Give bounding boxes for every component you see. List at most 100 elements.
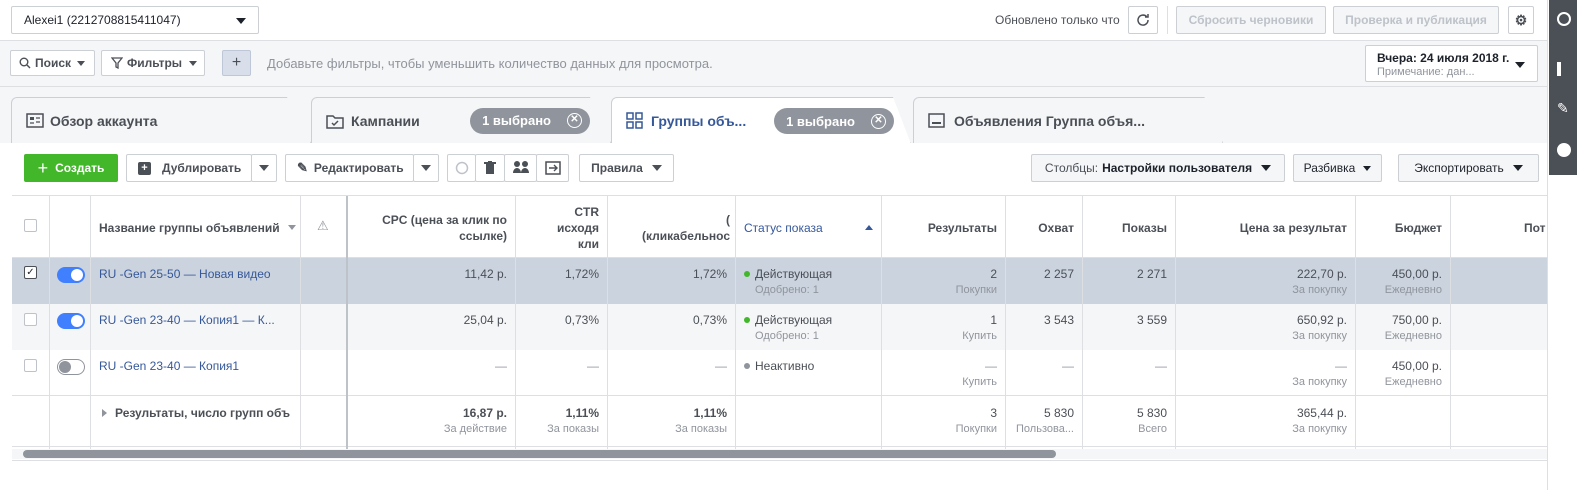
filters-button[interactable]: Фильтры [101, 50, 205, 76]
tab-campaigns[interactable]: Кампании 1 выбрано ✕ [311, 97, 611, 143]
value: 5 830 [1043, 406, 1074, 420]
chevron-down-icon [1515, 62, 1525, 68]
duplicate-button[interactable]: + Дублировать [126, 154, 252, 182]
divider [1167, 6, 1168, 34]
cell-ctr: 1,72% [692, 267, 727, 281]
date-range-picker[interactable]: Вчера: 24 июля 2018 г. Примечание: дан..… [1365, 45, 1538, 82]
column-header-cpc[interactable]: CPC (цена за клик по ссылке) [362, 212, 507, 244]
toggle-button[interactable] [447, 154, 476, 182]
chart-icon[interactable] [1557, 62, 1561, 76]
cell-status: Действующая Одобрено: 1 [744, 267, 832, 296]
create-button[interactable]: + Создать [24, 154, 118, 182]
pencil-icon[interactable]: ✎ [1557, 100, 1569, 117]
status-dot [744, 317, 750, 323]
column-header-budget[interactable]: Бюджет [1362, 221, 1442, 235]
chevron-down-icon [421, 165, 431, 171]
header-line: (кликабельнос [641, 229, 730, 243]
clear-selection-icon[interactable]: ✕ [567, 113, 582, 128]
value-sub: За покупку [1292, 330, 1347, 342]
row-name-link[interactable]: RU -Gen 23-40 — Копия1 [99, 359, 294, 373]
row-checkbox[interactable] [24, 359, 37, 372]
tab-account-overview[interactable]: Обзор аккаунта [11, 97, 311, 143]
edit-dropdown[interactable] [413, 154, 439, 182]
select-all-checkbox[interactable] [24, 219, 37, 232]
horizontal-scrollbar-thumb[interactable] [23, 450, 1056, 458]
delete-button[interactable] [475, 154, 505, 182]
header-line: кли [577, 237, 599, 251]
tab-ads[interactable]: Объявления Группа объя... [913, 97, 1223, 143]
filter-bar: Поиск Фильтры + Добавьте фильтры, чтобы … [0, 41, 1547, 87]
column-header-cost[interactable]: Цена за результат [1182, 221, 1347, 235]
account-name: Alexei1 (2212708815411047) [24, 13, 181, 27]
ab-test-button[interactable] [504, 154, 537, 182]
row-toggle[interactable] [57, 313, 85, 329]
column-divider [1450, 196, 1451, 449]
filter-hint: Добавьте фильтры, чтобы уменьшить количе… [267, 56, 713, 71]
ad-sets-table: Название группы объявлений ⚠ CPC (цена з… [12, 195, 1547, 449]
column-header-ctr[interactable]: ( (кликабельнос [612, 212, 730, 244]
cell-budget: 450,00 р. Ежедневно [1362, 359, 1442, 388]
column-header-results[interactable]: Результаты [887, 221, 997, 235]
column-header-impressions[interactable]: Показы [1087, 221, 1167, 235]
columns-button[interactable]: Столбцы: Настройки пользователя [1031, 154, 1285, 182]
column-divider [1175, 196, 1176, 449]
column-header-label: Название группы объявлений [99, 221, 280, 235]
edit-button[interactable]: ✎ Редактировать [285, 154, 414, 182]
preview-button[interactable] [536, 154, 569, 182]
cell-budget: 450,00 р. Ежедневно [1362, 267, 1442, 296]
duplicate-dropdown[interactable] [251, 154, 277, 182]
expand-arrow-icon[interactable] [102, 409, 107, 417]
value-sub: За действие [443, 423, 507, 435]
row-checkbox[interactable]: ✓ [24, 266, 37, 279]
column-divider [881, 196, 882, 449]
review-publish-button[interactable]: Проверка и публикация [1333, 6, 1499, 34]
row-toggle[interactable] [57, 267, 85, 283]
duplicate-label: Дублировать [162, 161, 242, 175]
cell-impressions: 3 559 [1136, 313, 1167, 327]
chevron-down-icon [189, 60, 198, 66]
search-button[interactable]: Поиск [10, 50, 95, 76]
value: 1,11% [693, 406, 727, 420]
column-header-reach[interactable]: Охват [1012, 221, 1074, 235]
total-results: 3 Покупки [887, 406, 997, 435]
row-name-link[interactable]: RU -Gen 25-50 — Новая видео [99, 267, 294, 281]
toolbar: + Создать + Дублировать ✎ Редактировать … [0, 143, 1547, 195]
cell-results: 2 Покупки [887, 267, 997, 296]
row-name-link[interactable]: RU -Gen 23-40 — Копия1 — К... [99, 313, 294, 327]
value-sub: Купить [962, 330, 997, 342]
column-header-ctr-link[interactable]: CTR исходя кли [522, 204, 599, 252]
cell-ctr-link: 1,72% [564, 267, 599, 281]
add-filter-button[interactable]: + [222, 50, 251, 76]
refresh-button[interactable] [1128, 6, 1158, 34]
value: 650,92 р. [1296, 313, 1347, 327]
column-header-name[interactable]: Название группы объявлений [99, 221, 299, 235]
export-button[interactable]: Экспортировать [1398, 154, 1539, 182]
tab-ad-sets[interactable]: Группы объ... 1 выбрано ✕ [611, 97, 911, 144]
comment-icon[interactable] [1557, 143, 1571, 157]
header-line: ( [726, 213, 730, 227]
cell-status: Действующая Одобрено: 1 [744, 313, 832, 342]
chevron-down-icon [259, 165, 269, 171]
cell-cpc: 11,42 р. [464, 267, 507, 281]
dashboard-icon [26, 112, 44, 128]
status-label: Неактивно [755, 359, 815, 373]
account-selector[interactable]: Alexei1 (2212708815411047) [11, 6, 259, 34]
chevron-down-icon [287, 225, 296, 230]
info-icon[interactable] [1557, 12, 1571, 26]
row-checkbox[interactable] [24, 313, 37, 326]
chevron-down-icon [1512, 165, 1523, 171]
filter-icon [111, 57, 123, 69]
totals-label[interactable]: Результаты, число групп объ [102, 406, 297, 420]
discard-drafts-button[interactable]: Сбросить черновики [1176, 6, 1326, 34]
row-toggle[interactable] [57, 359, 85, 375]
totals-label-text: Результаты, число групп объ [115, 406, 291, 420]
total-ctr: 1,11% За показы [612, 406, 727, 435]
value: 450,00 р. [1391, 359, 1442, 373]
column-header-status[interactable]: Статус показа [744, 221, 879, 235]
clear-selection-icon[interactable]: ✕ [871, 113, 886, 129]
selected-pill: 1 выбрано ✕ [470, 107, 590, 134]
rules-button[interactable]: Правила [579, 154, 674, 182]
breakdown-button[interactable]: Разбивка [1293, 154, 1382, 182]
cell-ctr: 0,73% [692, 313, 727, 327]
settings-button[interactable]: ⚙ [1508, 6, 1534, 34]
